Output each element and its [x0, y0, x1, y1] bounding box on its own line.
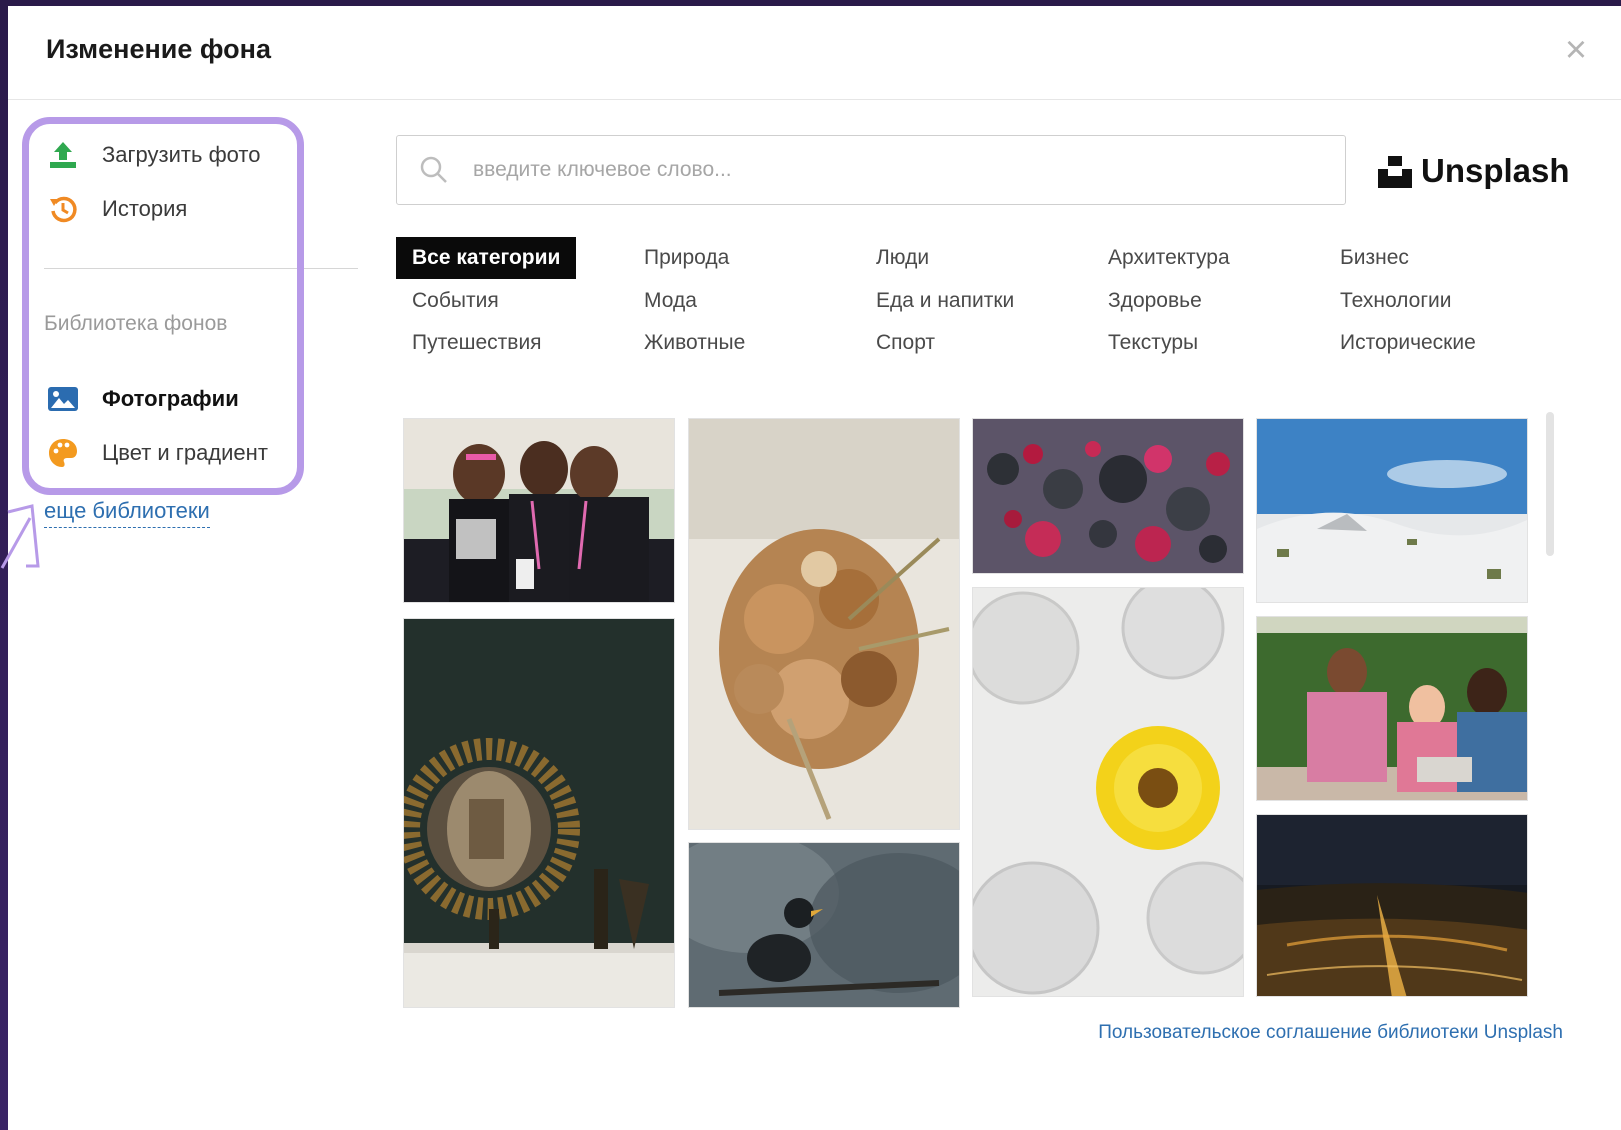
sidebar-divider: [44, 268, 358, 269]
sidebar-item-photos[interactable]: Фотографии: [46, 379, 239, 419]
search-icon: [419, 155, 449, 185]
close-icon[interactable]: ×: [1561, 31, 1591, 69]
library-section-title: Библиотека фонов: [44, 312, 228, 335]
unsplash-terms-link[interactable]: Пользовательское соглашение библиотеки U…: [1098, 1022, 1563, 1044]
background-change-dialog: Изменение фона × Загрузить фото История …: [8, 6, 1621, 1130]
palette-icon: [46, 436, 80, 470]
sidebar-item-upload-photo[interactable]: Загрузить фото: [46, 135, 260, 175]
city-night-lights-photo[interactable]: [1256, 814, 1528, 997]
bird-on-branch-photo[interactable]: [688, 842, 960, 1008]
sidebar-item-label: Цвет и градиент: [102, 440, 268, 465]
sunburst-mirror-interior-photo[interactable]: [403, 618, 675, 1008]
unsplash-logo-icon: [1378, 154, 1412, 188]
category-events[interactable]: События: [396, 280, 515, 322]
image-icon: [46, 382, 80, 416]
category-textures[interactable]: Текстуры: [1092, 322, 1214, 364]
category-animals[interactable]: Животные: [628, 322, 761, 364]
category-nature[interactable]: Природа: [628, 237, 745, 279]
gallery-scrollbar[interactable]: [1546, 412, 1554, 556]
sidebar-item-color-gradient[interactable]: Цвет и градиент: [46, 433, 268, 473]
category-health[interactable]: Здоровье: [1092, 280, 1218, 322]
brand-name: Unsplash: [1421, 152, 1570, 189]
sidebar-item-label: Загрузить фото: [102, 142, 261, 167]
sidebar-item-history[interactable]: История: [46, 189, 187, 229]
category-sport[interactable]: Спорт: [860, 322, 951, 364]
white-sand-dunes-photo[interactable]: [1256, 418, 1528, 603]
friends-laughing-photo[interactable]: [1256, 616, 1528, 801]
category-technology[interactable]: Технологии: [1324, 280, 1467, 322]
yellow-flower-glasses-photo[interactable]: [972, 587, 1244, 997]
dialog-header: Изменение фона ×: [8, 6, 1621, 100]
category-architecture[interactable]: Архитектура: [1092, 237, 1246, 279]
category-food-drinks[interactable]: Еда и напитки: [860, 280, 1030, 322]
search-input[interactable]: [473, 158, 1273, 182]
category-all[interactable]: Все категории: [396, 237, 577, 279]
category-fashion[interactable]: Мода: [628, 280, 713, 322]
pointer-arrow-icon: [0, 504, 40, 569]
sidebar-item-label: История: [102, 196, 188, 221]
category-business[interactable]: Бизнес: [1324, 237, 1425, 279]
search-field[interactable]: [396, 135, 1346, 205]
dried-flower-bouquet-photo[interactable]: [688, 418, 960, 830]
upload-icon: [46, 138, 80, 172]
unsplash-brand: Unsplash: [1378, 152, 1570, 190]
more-libraries-link[interactable]: еще библиотеки: [44, 498, 210, 528]
category-travel[interactable]: Путешествия: [396, 322, 558, 364]
category-people[interactable]: Люди: [860, 237, 945, 279]
abstract-spheres-photo[interactable]: [972, 418, 1244, 574]
sidebar-item-label: Фотографии: [102, 386, 239, 411]
history-icon: [46, 192, 80, 226]
dialog-title: Изменение фона: [46, 34, 271, 64]
category-historical[interactable]: Исторические: [1324, 322, 1492, 364]
women-walk-event-photo[interactable]: [403, 418, 675, 603]
